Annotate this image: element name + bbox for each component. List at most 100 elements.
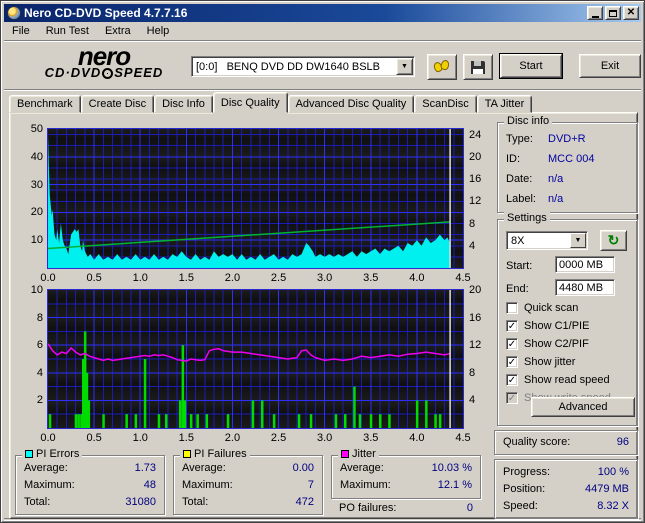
- tab-benchmark[interactable]: Benchmark: [9, 95, 81, 113]
- quality-score-value: 96: [616, 436, 629, 448]
- tick-label: 4: [469, 239, 476, 252]
- tick-label: 4: [469, 394, 476, 407]
- quick-scan-checkbox[interactable]: ✓Quick scan: [506, 301, 633, 315]
- tick-label: 2.0: [224, 272, 241, 284]
- tab-ta-jitter[interactable]: TA Jitter: [476, 95, 533, 113]
- tick-label: 4.0: [409, 432, 425, 444]
- eject-options-button[interactable]: [427, 54, 457, 80]
- tick-label: 20: [30, 206, 43, 219]
- tab-strip: Benchmark Create Disc Disc Info Disc Qua…: [9, 92, 533, 113]
- minimize-icon: [591, 15, 599, 18]
- jitter-average: 10.03 %: [431, 462, 472, 474]
- menu-extra[interactable]: Extra: [97, 23, 139, 39]
- tick-label: 2.0: [224, 432, 241, 444]
- close-button[interactable]: ✕: [623, 6, 639, 20]
- toolbar: nero CD·DVD SPEED [0:0] BENQ DVD DD DW164…: [4, 42, 641, 90]
- bottom-chart: [47, 289, 464, 429]
- checkbox-icon: ✓: [506, 302, 518, 314]
- top-chart: [47, 128, 464, 269]
- chart-svg: [48, 290, 463, 428]
- pi-failures-maximum: 7: [307, 479, 314, 491]
- tick-label: 50: [30, 123, 43, 135]
- disc-type-label: Type:: [506, 133, 533, 145]
- tick-label: 4: [36, 366, 43, 379]
- speed-select[interactable]: 8X ▼: [506, 231, 588, 250]
- window-title: Nero CD-DVD Speed 4.7.7.16: [24, 6, 188, 20]
- app-window: Nero CD-DVD Speed 4.7.7.16 ✕ File Run Te…: [0, 0, 645, 523]
- tick-label: 6: [36, 339, 43, 352]
- menu-file[interactable]: File: [4, 23, 38, 39]
- settings-legend: Settings: [504, 212, 550, 224]
- app-icon[interactable]: [7, 6, 21, 20]
- tick-label: 2: [36, 394, 43, 407]
- minimize-button[interactable]: [587, 6, 603, 20]
- start-button[interactable]: Start: [499, 53, 563, 79]
- speed-select-value: 8X: [511, 234, 525, 247]
- checkbox-icon: ✓: [506, 374, 518, 386]
- show-c1-pie-checkbox[interactable]: ✓ Show C1/PIE: [506, 319, 633, 333]
- disc-date-label: Date:: [506, 173, 533, 185]
- start-position-input[interactable]: [555, 256, 615, 273]
- tick-label: 4.0: [409, 272, 425, 284]
- tick-label: 3.0: [317, 272, 333, 284]
- end-position-input[interactable]: [555, 279, 615, 296]
- disc-label-value: n/a: [548, 193, 564, 205]
- tick-label: 0.5: [86, 432, 102, 444]
- pi-failures-total: 472: [295, 496, 314, 508]
- tick-label: 10: [30, 284, 43, 296]
- chevron-down-icon[interactable]: ▼: [396, 58, 413, 75]
- show-read-speed-checkbox[interactable]: ✓ Show read speed: [506, 373, 633, 387]
- po-failures-row: PO failures: 0: [339, 502, 473, 516]
- jitter-legend: Jitter: [352, 448, 376, 460]
- tick-label: 2.5: [270, 272, 287, 284]
- advanced-button[interactable]: Advanced: [531, 397, 635, 417]
- tick-label: 8: [469, 217, 476, 230]
- save-button[interactable]: [463, 54, 493, 80]
- tick-label: 40: [30, 150, 43, 163]
- bottom-chart-canvas: [48, 290, 463, 428]
- nero-logo: nero CD·DVD SPEED: [18, 41, 190, 79]
- drive-select-value: [0:0] BENQ DVD DD DW1640 BSLB: [196, 60, 381, 73]
- tick-label: 8: [36, 311, 43, 324]
- tick-label: 4.5: [455, 272, 471, 284]
- position-label: Position:: [503, 483, 546, 495]
- pi-errors-group: PI Errors Average: 1.73 Maximum: 48 Total:…: [15, 448, 165, 515]
- maximize-button[interactable]: [605, 6, 621, 20]
- logo-disc-icon: [102, 67, 114, 79]
- refresh-icon: ↻: [607, 232, 620, 248]
- refresh-disc-button[interactable]: ↻: [600, 230, 627, 251]
- drive-select[interactable]: [0:0] BENQ DVD DD DW1640 BSLB ▼: [191, 56, 415, 77]
- tab-advanced-disc-quality[interactable]: Advanced Disc Quality: [287, 95, 415, 113]
- menu-help[interactable]: Help: [139, 23, 178, 39]
- pi-failures-average: 0.00: [292, 462, 314, 474]
- show-jitter-checkbox[interactable]: ✓ Show jitter: [506, 355, 633, 369]
- nero-logo-text: nero: [77, 41, 131, 71]
- tick-label: 16: [469, 173, 482, 186]
- quality-score-label: Quality score:: [503, 436, 571, 448]
- tick-label: 1.0: [132, 272, 148, 284]
- pi-failures-swatch-icon: [183, 450, 191, 458]
- tick-label: 20: [469, 284, 482, 296]
- tab-disc-quality[interactable]: Disc Quality: [212, 92, 288, 113]
- tab-create-disc[interactable]: Create Disc: [80, 95, 155, 113]
- checkbox-icon: ✓: [506, 338, 518, 350]
- checkbox-icon: ✓: [506, 392, 518, 404]
- show-c2-pif-checkbox[interactable]: ✓ Show C2/PIF: [506, 337, 633, 351]
- tick-label: 2.5: [270, 432, 287, 444]
- tick-label: 1.5: [178, 432, 194, 444]
- chart-svg: [48, 129, 463, 268]
- tab-disc-info[interactable]: Disc Info: [154, 95, 213, 113]
- close-icon: ✕: [626, 7, 636, 18]
- quality-score-box: Quality score: 96: [494, 430, 638, 455]
- tick-label: 12: [469, 339, 482, 352]
- disc-info-group: Disc info Type: DVD+R ID: MCC 004 Date: n/a…: [497, 115, 638, 213]
- tab-scandisc[interactable]: ScanDisc: [414, 95, 477, 113]
- menu-run-test[interactable]: Run Test: [38, 23, 97, 39]
- pi-errors-legend: PI Errors: [36, 448, 80, 460]
- tick-label: 16: [469, 311, 482, 324]
- chevron-down-icon[interactable]: ▼: [570, 233, 586, 248]
- tick-label: 3.5: [363, 432, 379, 444]
- tick-label: 3.5: [363, 272, 379, 284]
- exit-button[interactable]: Exit: [579, 54, 641, 78]
- tick-label: 4.5: [455, 432, 471, 444]
